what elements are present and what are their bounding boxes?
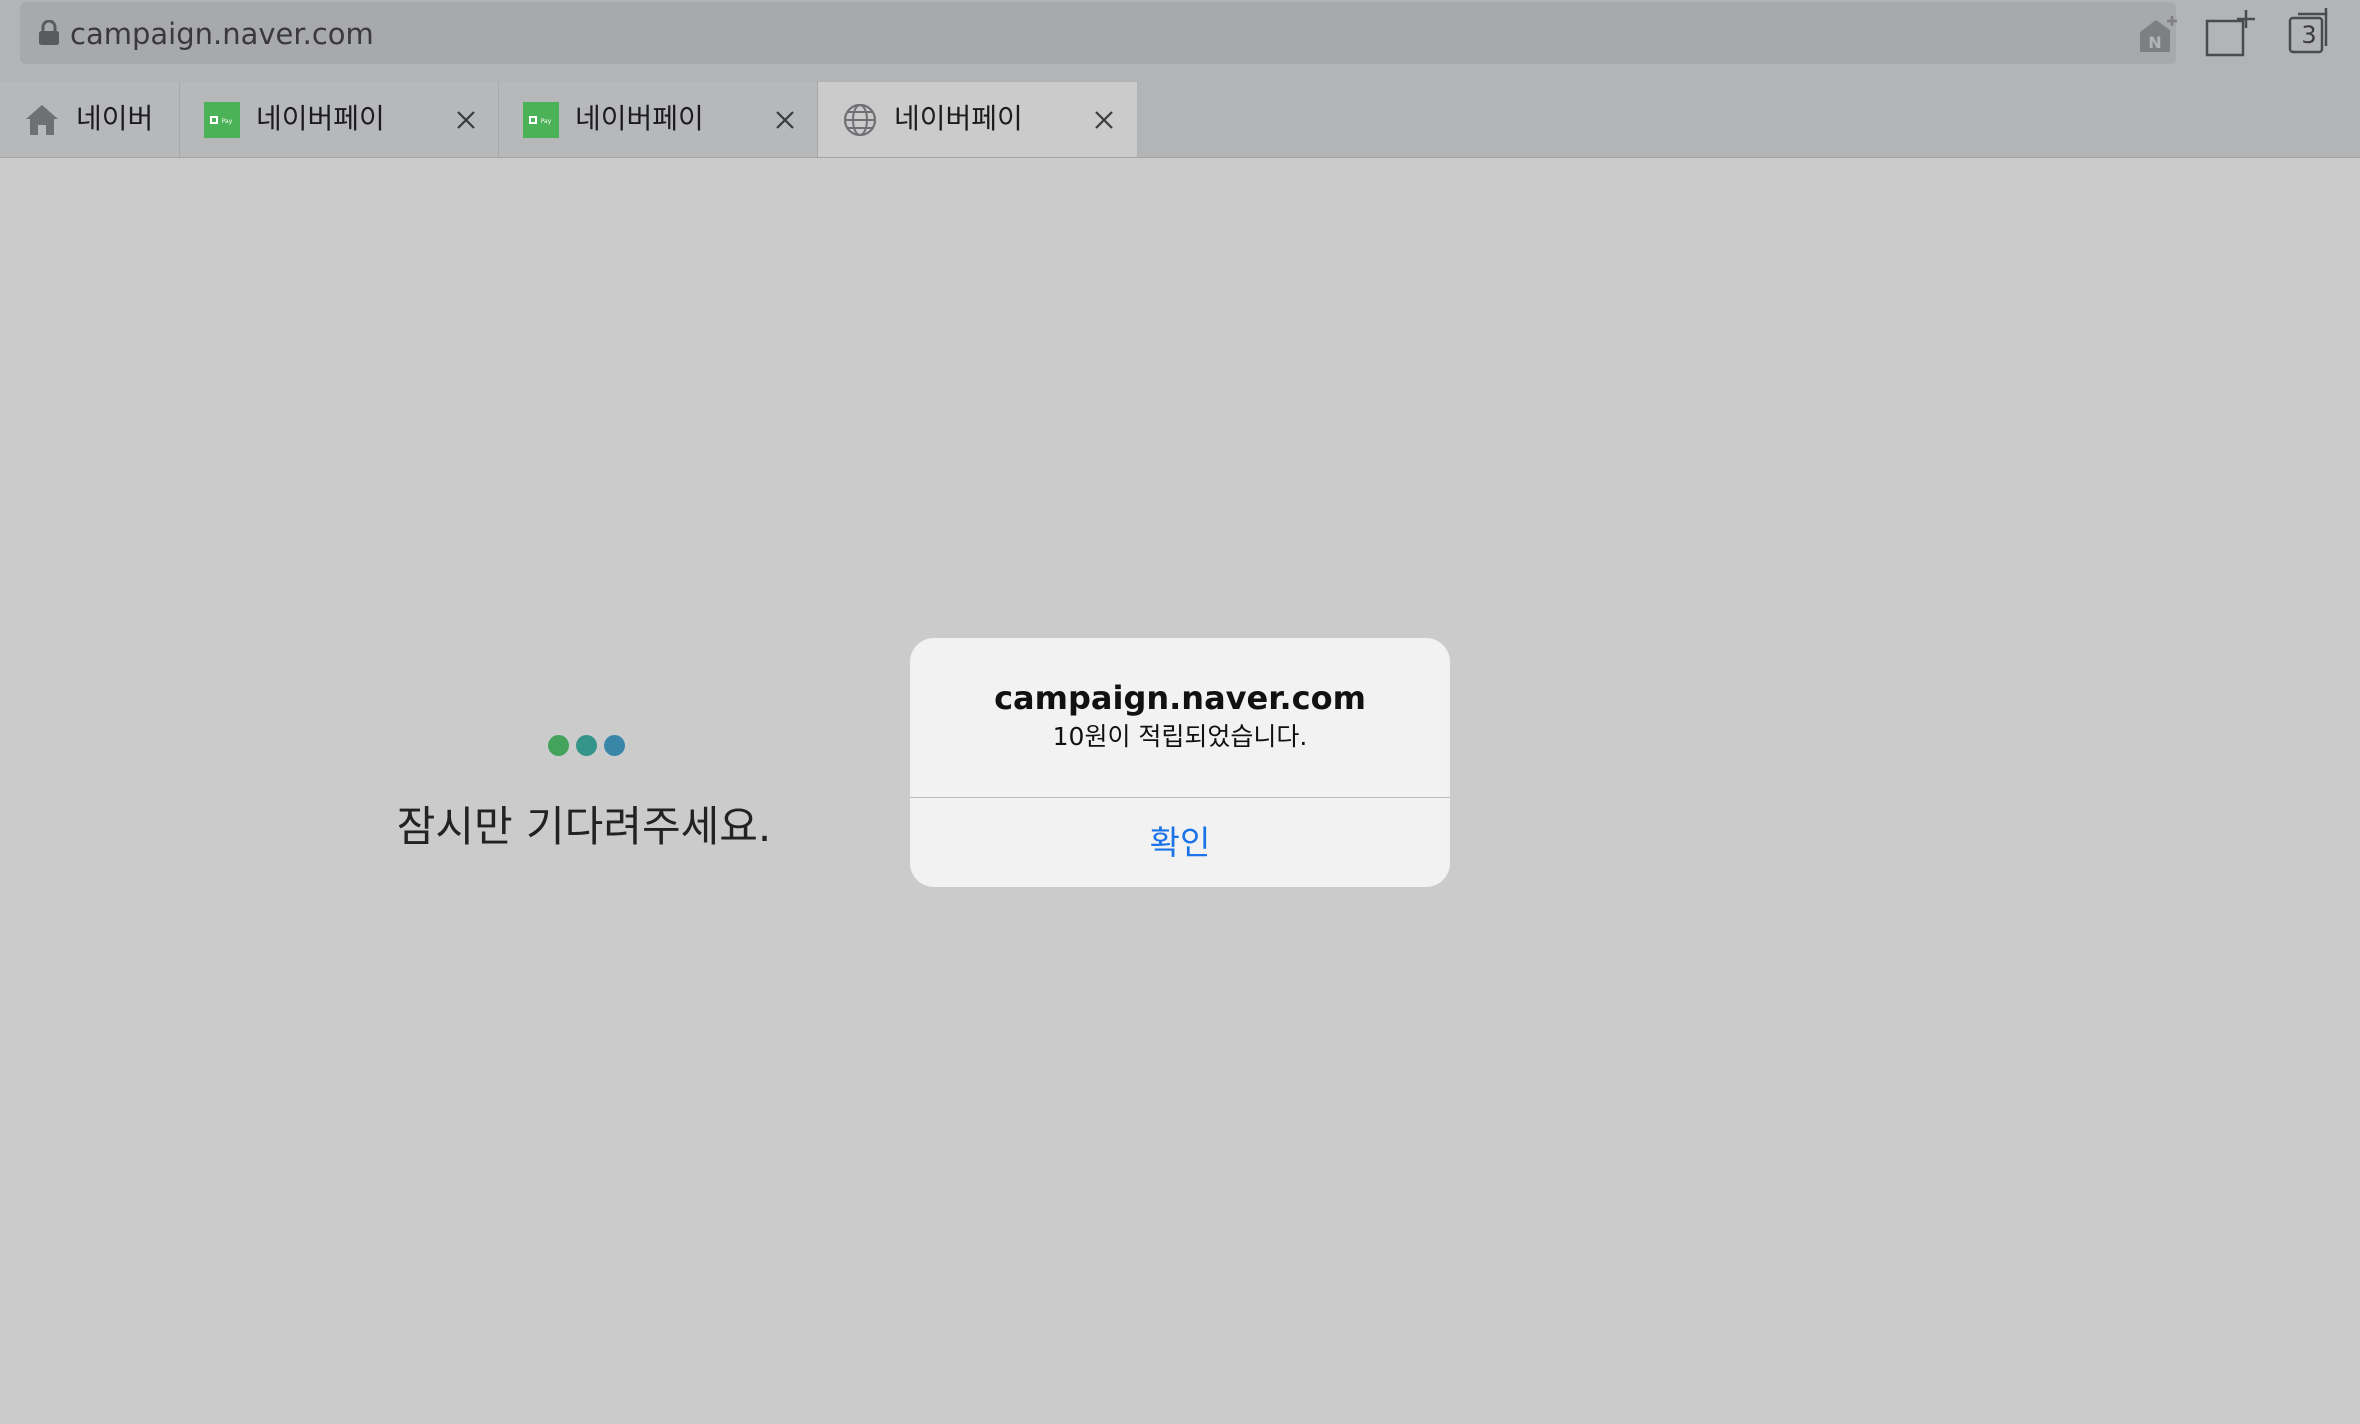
close-tab-icon[interactable]	[452, 106, 480, 134]
alert-title: campaign.naver.com	[994, 679, 1366, 717]
lock-icon	[39, 20, 59, 45]
loading-dot	[548, 735, 569, 756]
tab-label: 네이버페이	[256, 102, 385, 135]
svg-text:Pay: Pay	[541, 118, 552, 125]
tab-naver-home[interactable]: 네이버	[0, 82, 180, 157]
add-to-naver-home-icon[interactable]: N	[2136, 14, 2180, 56]
tab-label: 네이버페이	[575, 102, 704, 135]
browser-toolbar: campaign.naver.com N 3	[0, 0, 2360, 80]
new-tab-icon[interactable]	[2204, 8, 2256, 58]
close-tab-icon[interactable]	[771, 106, 799, 134]
svg-text:N: N	[2148, 33, 2161, 52]
loading-indicator	[548, 735, 628, 757]
tab-label: 네이버페이	[894, 102, 1023, 135]
alert-message: 10원이 적립되었습니다.	[1052, 722, 1308, 751]
globe-icon	[843, 103, 877, 137]
alert-dialog: campaign.naver.com 10원이 적립되었습니다. 확인	[910, 638, 1450, 887]
confirm-button[interactable]: 확인	[910, 798, 1450, 887]
tab-naver-pay-active[interactable]: 네이버페이	[818, 82, 1138, 157]
address-bar[interactable]: campaign.naver.com N	[20, 2, 2177, 64]
tab-count: 3	[2301, 21, 2317, 49]
tab-naver-pay-1[interactable]: Pay 네이버페이	[180, 82, 499, 157]
naver-pay-favicon: Pay	[523, 102, 559, 138]
home-icon	[26, 105, 58, 135]
close-tab-icon[interactable]	[1090, 106, 1118, 134]
loading-dot	[576, 735, 597, 756]
tab-naver-pay-2[interactable]: Pay 네이버페이	[499, 82, 818, 157]
loading-dot	[604, 735, 625, 756]
loading-message: 잠시만 기다려주세요.	[396, 802, 772, 851]
tab-label: 네이버	[76, 102, 154, 135]
tab-strip: 네이버 Pay 네이버페이 Pay 네이버페이 네이버페이	[0, 80, 2360, 158]
svg-text:Pay: Pay	[222, 118, 233, 125]
naver-pay-favicon: Pay	[204, 102, 240, 138]
url-text[interactable]: campaign.naver.com	[70, 17, 374, 51]
